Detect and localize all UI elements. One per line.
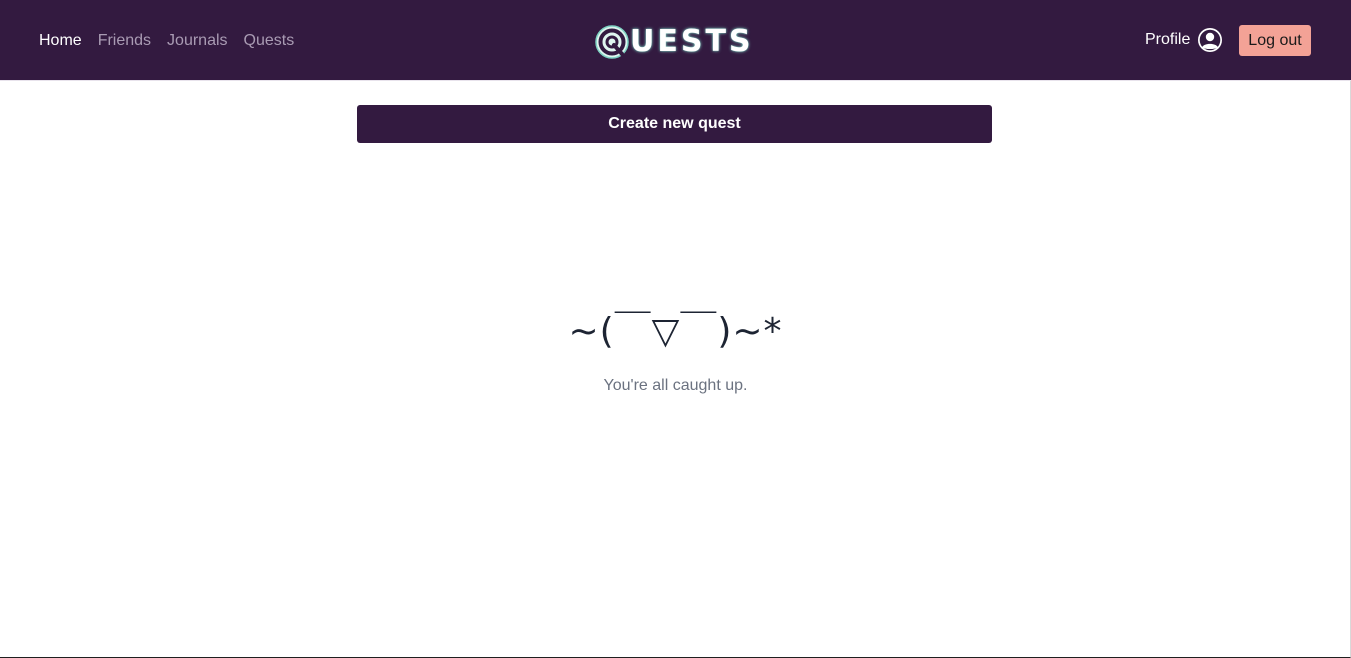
profile-link[interactable]: Profile: [1145, 27, 1223, 53]
empty-state-kaomoji: ~(￣▽￣)~*: [568, 311, 783, 352]
empty-state-message: You're all caught up.: [603, 377, 748, 394]
nav-link-friends[interactable]: Friends: [98, 31, 151, 50]
empty-state: ~(￣▽￣)~* You're all caught up.: [0, 300, 1351, 396]
top-navbar: Home Friends Journals Quests UESTS Profi…: [0, 0, 1351, 81]
page: Home Friends Journals Quests UESTS Profi…: [0, 0, 1351, 658]
user-circle-icon: [1198, 28, 1223, 52]
quests-q-logo-icon: [595, 25, 629, 59]
logout-button[interactable]: Log out: [1239, 25, 1311, 56]
nav-link-home[interactable]: Home: [39, 31, 82, 50]
logo-wordmark: UESTS: [630, 24, 754, 59]
nav-link-journals[interactable]: Journals: [167, 31, 227, 50]
quests-logo[interactable]: UESTS: [594, 22, 751, 62]
create-quest-button[interactable]: Create new quest: [357, 105, 992, 143]
main-nav: Home Friends Journals Quests: [39, 31, 310, 50]
nav-link-quests[interactable]: Quests: [244, 31, 295, 50]
profile-label: Profile: [1145, 31, 1191, 48]
